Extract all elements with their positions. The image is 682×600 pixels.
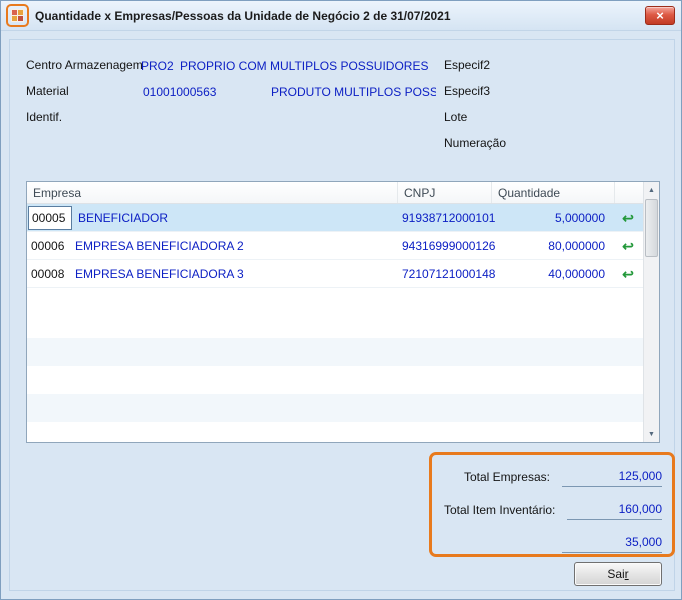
cell-cnpj: 91938712000101 [402, 210, 496, 225]
cell-empresa: BENEFICIADOR [78, 210, 169, 225]
sair-button-hotkey: r [624, 567, 629, 581]
app-icon [11, 9, 24, 22]
grid-body: 00005 BENEFICIADOR 91938712000101 5,0000… [27, 204, 643, 442]
centro-armazenagem-desc: PROPRIO COM MULTIPLOS POSSUIDORES [180, 59, 429, 73]
material-code: 01001000563 [143, 85, 217, 99]
dialog-window: Quantidade x Empresas/Pessoas da Unidade… [0, 0, 682, 600]
close-icon: × [656, 8, 664, 23]
scroll-down-icon[interactable]: ▼ [644, 426, 659, 442]
cell-cnpj: 94316999000126 [402, 238, 496, 253]
row-return-arrow-icon[interactable]: ↩ [622, 239, 634, 253]
empresas-grid: Empresa CNPJ Quantidade 00005 BENEFICIAD… [26, 181, 660, 443]
numeracao-label: Numeração [444, 136, 507, 150]
table-row[interactable]: 00006 EMPRESA BENEFICIADORA 2 9431699900… [27, 232, 643, 260]
grid-header: Empresa CNPJ Quantidade [27, 182, 643, 204]
scroll-up-icon[interactable]: ▲ [644, 182, 659, 198]
column-header-quantidade[interactable]: Quantidade [492, 182, 615, 203]
column-header-empresa[interactable]: Empresa [27, 182, 398, 203]
total-item-inventario-label: Total Item Inventário: [444, 503, 556, 517]
especif3-label: Especif3 [444, 84, 491, 98]
especif2-label: Especif2 [444, 58, 491, 72]
window-title: Quantidade x Empresas/Pessoas da Unidade… [35, 8, 451, 23]
centro-armazenagem-code: PRO2 [141, 59, 174, 73]
cell-quantidade: 40,000000 [548, 266, 605, 281]
cell-cnpj: 72107121000148 [402, 266, 496, 281]
total-empresas-row: Total Empresas: 125,000 [444, 465, 662, 487]
total-empresas-value: 125,000 [562, 469, 662, 487]
column-header-cnpj[interactable]: CNPJ [398, 182, 492, 203]
cell-quantidade: 80,000000 [548, 238, 605, 253]
column-header-actions [615, 182, 643, 203]
table-row[interactable]: 00005 BENEFICIADOR 91938712000101 5,0000… [27, 204, 643, 232]
row-return-arrow-icon[interactable]: ↩ [622, 267, 634, 281]
annotation-icon-highlight [6, 4, 29, 27]
material-label: Material [26, 84, 69, 98]
title-bar[interactable]: Quantidade x Empresas/Pessoas da Unidade… [1, 1, 681, 31]
total-item-inventario-value: 160,000 [567, 502, 662, 520]
cell-code: 00008 [31, 266, 65, 281]
total-item-inventario-row: Total Item Inventário: 160,000 [444, 498, 662, 520]
centro-armazenagem-label: Centro Armazenagem [26, 58, 143, 72]
scrollbar-thumb[interactable] [645, 199, 658, 257]
sair-button-label: Sai [607, 567, 625, 581]
material-desc: PRODUTO MULTIPLOS POSSUID [271, 85, 436, 99]
sair-button[interactable]: Sai r [574, 562, 662, 586]
table-row[interactable]: 00008 EMPRESA BENEFICIADORA 3 7210712100… [27, 260, 643, 288]
row-return-arrow-icon[interactable]: ↩ [622, 211, 634, 225]
lote-label: Lote [444, 110, 468, 124]
total-empresas-label: Total Empresas: [463, 470, 550, 484]
total-extra-value: 35,000 [562, 535, 662, 553]
grid-empty-area [27, 310, 643, 442]
cell-code-editbox[interactable]: 00005 [28, 205, 72, 230]
vertical-scrollbar[interactable]: ▲ ▼ [643, 182, 659, 442]
identif-label: Identif. [26, 110, 63, 124]
close-button[interactable]: × [645, 6, 675, 25]
cell-code: 00006 [31, 238, 65, 253]
total-extra-row: 35,000 [444, 531, 662, 553]
cell-empresa: EMPRESA BENEFICIADORA 2 [75, 238, 244, 253]
cell-empresa: EMPRESA BENEFICIADORA 3 [75, 266, 244, 281]
cell-quantidade: 5,000000 [554, 210, 605, 225]
